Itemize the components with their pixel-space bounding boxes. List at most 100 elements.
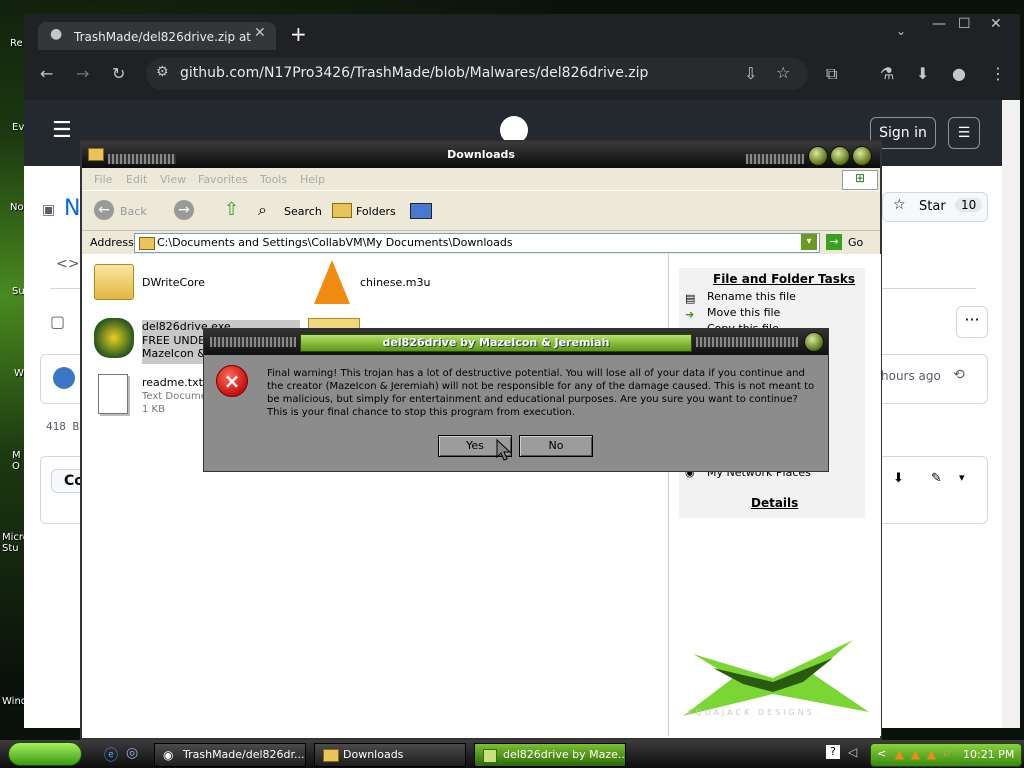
- avatar[interactable]: [53, 367, 75, 389]
- address-bar[interactable]: ⚙ github.com/N17Pro3426/TrashMade/blob/M…: [146, 58, 808, 90]
- explorer-address-bar: Address C:\Documents and Settings\Collab…: [82, 230, 880, 255]
- text-document-icon[interactable]: [98, 374, 128, 414]
- back-arrow-icon[interactable]: ←: [94, 200, 114, 220]
- search-icon[interactable]: ⌕: [258, 200, 267, 220]
- vlc-tray-icon[interactable]: ▲: [895, 747, 904, 761]
- file-tree-icon[interactable]: ▢: [50, 312, 65, 331]
- app-icon: [483, 749, 497, 763]
- menu-view[interactable]: View: [160, 173, 186, 186]
- vlc-tray-icon[interactable]: ▲: [911, 747, 920, 761]
- labs-icon[interactable]: ⚗: [880, 64, 894, 83]
- new-tab-icon[interactable]: +: [290, 22, 307, 46]
- no-button[interactable]: No: [519, 435, 593, 457]
- history-icon[interactable]: ⟲: [953, 367, 965, 383]
- close-orb-icon[interactable]: [804, 332, 824, 352]
- forward-arrow-icon[interactable]: →: [174, 200, 194, 220]
- logo-text: AQUAJACK DESIGNS: [687, 708, 815, 717]
- task-rename[interactable]: Rename this file: [707, 290, 796, 303]
- vlc-tray-icon[interactable]: ▲: [927, 747, 936, 761]
- dialog-titlebar[interactable]: del826drive by MazeIcon & Jeremiah: [204, 329, 828, 355]
- reload-icon[interactable]: ↻: [112, 64, 125, 83]
- address-dropdown-icon[interactable]: ▾: [801, 234, 817, 250]
- address-value: C:\Documents and Settings\CollabVM\My Do…: [157, 236, 513, 249]
- desktop-icon-label[interactable]: Su: [12, 286, 25, 297]
- extensions-icon[interactable]: ⧉: [826, 64, 837, 84]
- go-arrow-icon[interactable]: →: [826, 234, 842, 250]
- repo-owner-link[interactable]: N: [64, 196, 80, 221]
- code-tab-icon[interactable]: <>: [56, 256, 79, 272]
- repo-icon: ▣: [42, 202, 56, 218]
- browser-tab[interactable]: ● TrashMade/del826drive.zip at Malw ✕: [38, 22, 276, 50]
- menu-help[interactable]: Help: [300, 173, 325, 186]
- task-label: del826drive by Maze...: [503, 748, 626, 761]
- dialog-message: Final warning! This trojan has a lot of …: [267, 368, 815, 418]
- commit-time: hours ago: [881, 369, 941, 383]
- task-label: Downloads: [343, 748, 404, 761]
- minimize-icon[interactable]: —: [932, 16, 946, 32]
- desktop-icon-label[interactable]: Ev: [12, 122, 24, 133]
- explorer-titlebar[interactable]: Downloads: [82, 142, 880, 168]
- page-scrollbar[interactable]: [1002, 100, 1020, 728]
- file-name[interactable]: chinese.m3u: [360, 276, 431, 289]
- go-label[interactable]: Go: [848, 236, 863, 249]
- task-dialog[interactable]: del826drive by Maze...: [474, 743, 626, 767]
- install-app-icon[interactable]: ⇩: [744, 64, 757, 83]
- folders-label[interactable]: Folders: [356, 205, 396, 218]
- menu-favorites[interactable]: Favorites: [198, 173, 248, 186]
- up-folder-icon[interactable]: ⇧: [224, 199, 239, 220]
- menu-file[interactable]: File: [94, 173, 112, 186]
- desktop-icon-label[interactable]: No: [10, 202, 24, 213]
- details-title[interactable]: Details: [751, 496, 798, 510]
- star-button[interactable]: ☆ Star 10: [882, 192, 988, 222]
- bookmark-star-icon[interactable]: ☆: [776, 63, 790, 82]
- search-tray-icon[interactable]: ⌕: [943, 746, 950, 761]
- more-options-icon[interactable]: ···: [956, 306, 988, 338]
- search-label[interactable]: Search: [284, 205, 322, 218]
- maximize-orb-icon[interactable]: [830, 146, 850, 166]
- profile-icon[interactable]: ●: [952, 64, 966, 83]
- folders-icon[interactable]: [332, 203, 352, 218]
- tab-search-icon[interactable]: ⌄: [896, 24, 906, 38]
- file-name[interactable]: DWriteCore: [142, 276, 205, 289]
- task-move[interactable]: Move this file: [707, 306, 780, 319]
- windows-logo-icon: ⊞: [842, 170, 878, 190]
- hamburger-menu-icon[interactable]: ☰: [52, 118, 72, 143]
- edit-pencil-icon[interactable]: ✎: [931, 471, 942, 486]
- folder-icon[interactable]: [94, 264, 134, 300]
- ie-icon[interactable]: ⓔ: [104, 745, 118, 765]
- tasks-title[interactable]: File and Folder Tasks: [713, 272, 855, 286]
- close-window-icon[interactable]: ✕: [990, 16, 1002, 32]
- help-icon[interactable]: ?: [826, 745, 840, 759]
- menu-tools[interactable]: Tools: [260, 173, 287, 186]
- maximize-icon[interactable]: ☐: [958, 16, 971, 32]
- clock[interactable]: 10:21 PM: [963, 748, 1014, 761]
- close-orb-icon[interactable]: [852, 146, 872, 166]
- media-player-icon[interactable]: ◎: [126, 745, 138, 761]
- start-button[interactable]: [8, 742, 82, 766]
- site-info-icon[interactable]: ⚙: [156, 64, 169, 80]
- back-icon[interactable]: ←: [40, 64, 53, 83]
- task-downloads[interactable]: Downloads: [314, 743, 466, 767]
- task-chrome[interactable]: ◉ TrashMade/del826dr...: [154, 743, 306, 767]
- forward-icon[interactable]: →: [76, 64, 89, 83]
- downloads-icon[interactable]: ⬇: [916, 64, 929, 83]
- menu-kebab-icon[interactable]: ⋮: [990, 64, 1006, 83]
- desktop-icon-label[interactable]: W: [14, 368, 24, 379]
- vlc-cone-icon[interactable]: [314, 260, 350, 304]
- folder-icon: [139, 237, 155, 250]
- file-name[interactable]: readme.txt: [142, 376, 203, 389]
- download-raw-icon[interactable]: ⬇: [893, 471, 904, 486]
- close-tab-icon[interactable]: ✕: [254, 25, 266, 41]
- desktop-icon-label[interactable]: Re: [10, 38, 23, 49]
- menu-edit[interactable]: Edit: [126, 173, 147, 186]
- exe-icon[interactable]: [94, 318, 134, 358]
- tab-title: TrashMade/del826drive.zip at Malw: [74, 30, 254, 44]
- views-icon[interactable]: [410, 203, 432, 219]
- minimize-orb-icon[interactable]: [808, 146, 828, 166]
- search-filter-icon[interactable]: ☰: [948, 117, 980, 149]
- desktop-icon-label[interactable]: M O: [12, 450, 21, 472]
- volume-icon[interactable]: ◁: [848, 745, 857, 759]
- address-input[interactable]: C:\Documents and Settings\CollabVM\My Do…: [134, 233, 820, 253]
- tray-expand-icon[interactable]: <: [877, 747, 886, 760]
- edit-dropdown-icon[interactable]: ▾: [959, 471, 965, 484]
